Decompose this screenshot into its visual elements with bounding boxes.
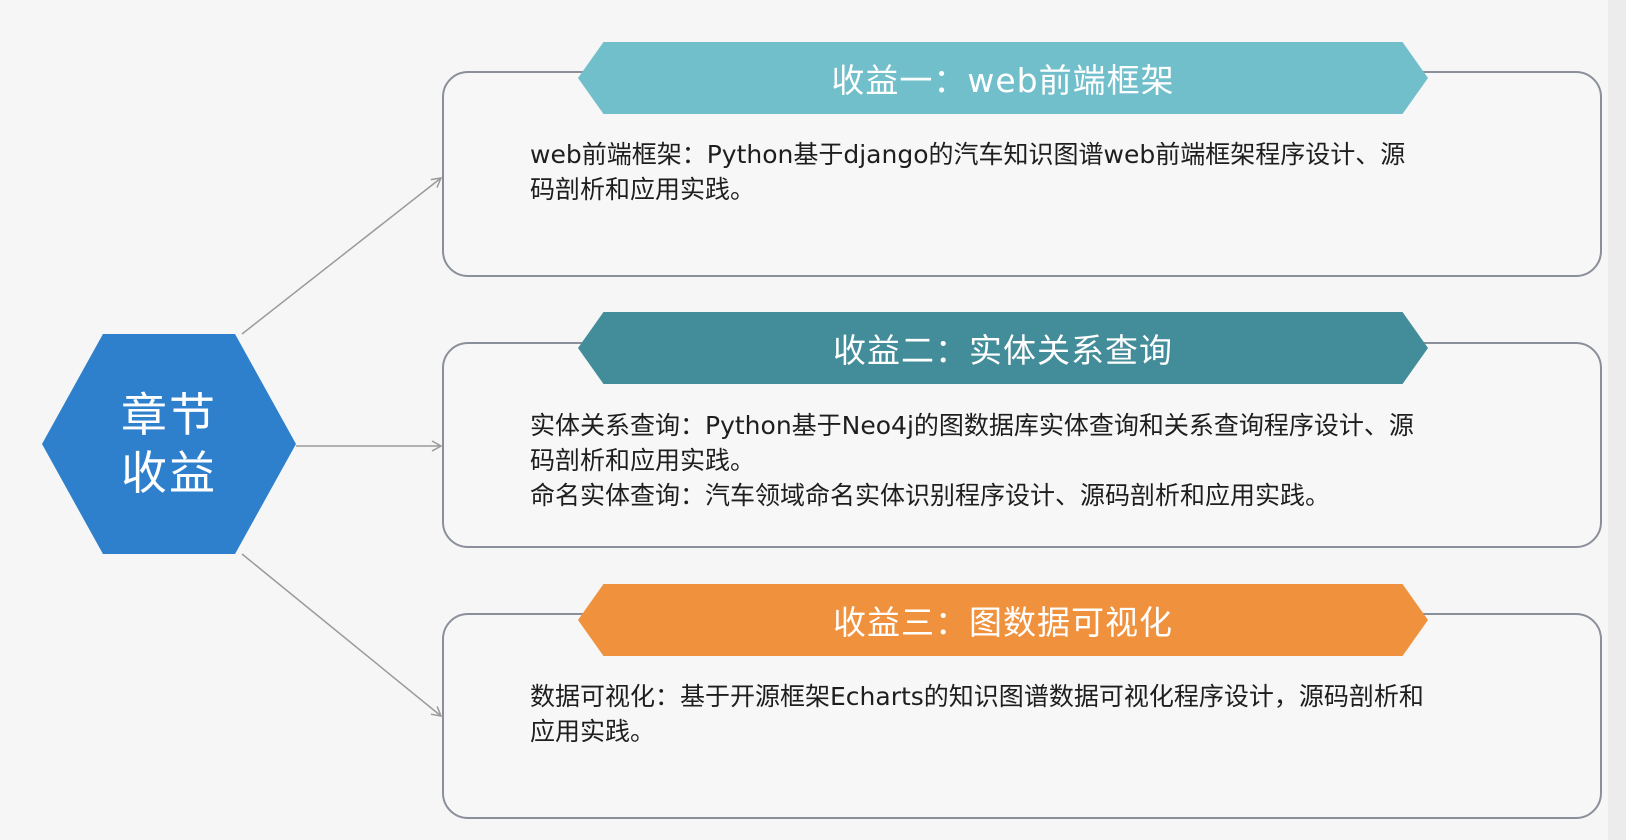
connector-top (241, 177, 443, 335)
benefit-card-2-body: 实体关系查询：Python基于Neo4j的图数据库实体查询和关系查询程序设计、源… (530, 408, 1540, 513)
connector-bottom (241, 553, 443, 717)
benefit-2-title-banner: 收益二：实体关系查询 (578, 312, 1428, 384)
benefit-3-line-1: 数据可视化：基于开源框架Echarts的知识图谱数据可视化程序设计，源码剖析和 (530, 682, 1424, 711)
center-label-line1: 章节 (121, 388, 217, 442)
benefit-2-line-1: 实体关系查询：Python基于Neo4j的图数据库实体查询和关系查询程序设计、源 (530, 411, 1414, 440)
benefit-card-1-body: web前端框架：Python基于django的汽车知识图谱web前端框架程序设计… (530, 137, 1540, 207)
benefit-1-title-banner: 收益一：web前端框架 (578, 42, 1428, 114)
benefit-1-line-1: web前端框架：Python基于django的汽车知识图谱web前端框架程序设计… (530, 140, 1406, 169)
benefit-1-line-2: 码剖析和应用实践。 (530, 175, 756, 204)
benefit-2-line-2: 码剖析和应用实践。 (530, 446, 756, 475)
center-label-line2: 收益 (121, 446, 217, 500)
benefit-3-title-banner: 收益三：图数据可视化 (578, 584, 1428, 656)
benefit-card-3-body: 数据可视化：基于开源框架Echarts的知识图谱数据可视化程序设计，源码剖析和 … (530, 679, 1540, 749)
benefit-2-line-3: 命名实体查询：汽车领域命名实体识别程序设计、源码剖析和应用实践。 (530, 481, 1331, 510)
benefit-3-line-2: 应用实践。 (530, 717, 656, 746)
slide: 章节 收益 web前端框架：Python基于django的汽车知识图谱web前端… (0, 0, 1626, 840)
